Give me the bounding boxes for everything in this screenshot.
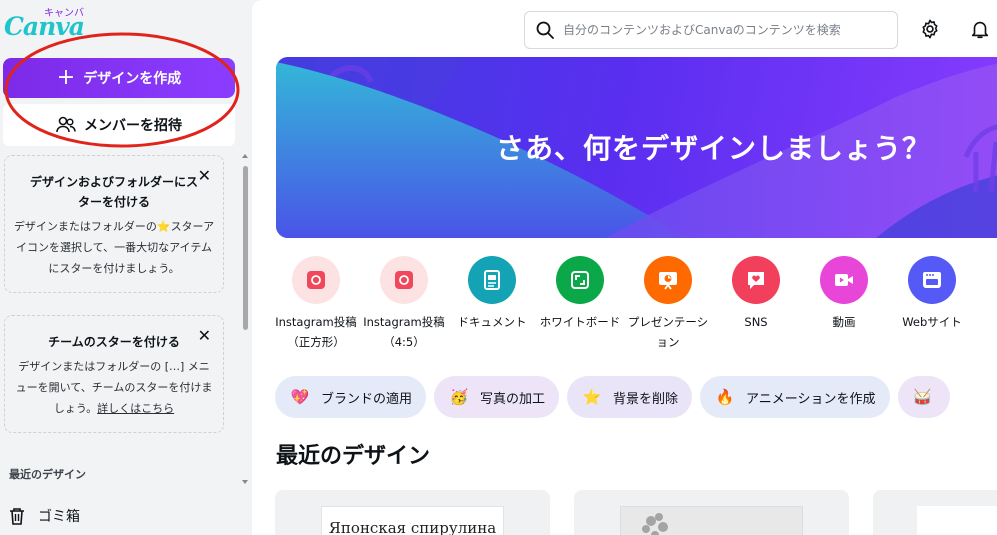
sidebar: Canva キャンバ + デザインを作成 メンバーを招待 ✕ デザインおよびフォ… [0, 0, 252, 535]
design-type-presentation[interactable]: プレゼンテーション [624, 256, 712, 352]
recent-design-card[interactable] [574, 490, 849, 535]
chip-photo-edit[interactable]: 🥳 写真の加工 [434, 376, 560, 418]
brand-kit-icon: 💖 [290, 388, 310, 406]
create-design-button[interactable]: + デザインを作成 [3, 58, 235, 98]
logo-subtext: キャンバ [44, 8, 84, 19]
notifications-button[interactable] [969, 18, 991, 44]
instagram-square-icon [292, 256, 340, 304]
chip-apply-brand[interactable]: 💖 ブランドの適用 [275, 376, 427, 418]
design-type-whiteboard[interactable]: ホワイトボード [536, 256, 624, 352]
chip-label: 背景を削除 [613, 391, 679, 407]
learn-more-link[interactable]: 詳しくはこちら [97, 402, 174, 415]
chip-label: ブランドの適用 [321, 391, 413, 407]
star-tip-title: デザインおよびフォルダーにスターを付ける [29, 175, 198, 209]
main-content: さあ、何をデザインしましょう？ Instagram投稿（正方形） Instagr… [252, 0, 997, 535]
chip-label: 写真の加工 [480, 391, 546, 407]
social-media-icon [732, 256, 780, 304]
trash-icon [10, 508, 24, 525]
gear-icon [922, 19, 938, 39]
design-type-label: 動画 [832, 315, 856, 329]
team-star-tip-card: ✕ チームのスターを付ける デザインまたはフォルダーの […] メニューを開いて… [4, 315, 224, 433]
design-type-label: プレゼンテーション [627, 315, 709, 349]
background-remover-icon: ⭐ [582, 388, 602, 406]
design-type-label: SNS [744, 315, 768, 329]
photo-edit-icon: 🥳 [449, 388, 469, 406]
banner-title: さあ、何をデザインしましょう？ [496, 132, 932, 165]
design-type-instagram-square[interactable]: Instagram投稿（正方形） [272, 256, 360, 352]
design-thumbnail: IO [917, 506, 997, 535]
more-tools-icon: 🥁 [913, 388, 932, 406]
design-type-website[interactable]: Webサイト [888, 256, 976, 352]
create-design-label: デザインを作成 [83, 71, 182, 87]
search-input[interactable] [563, 23, 893, 37]
invite-members-button[interactable]: メンバーを招待 [3, 104, 235, 146]
team-star-tip-title: チームのスターを付ける [48, 335, 180, 349]
design-thumbnail [620, 506, 803, 535]
hero-banner: さあ、何をデザインしましょう？ [276, 57, 997, 238]
design-type-label: Instagram投稿（4:5） [363, 315, 445, 349]
presentation-icon [644, 256, 692, 304]
trash-label: ゴミ箱 [38, 509, 80, 525]
settings-button[interactable] [919, 18, 941, 44]
people-icon [56, 116, 76, 133]
design-type-label: ホワイトボード [539, 315, 621, 329]
star-tip-body-start: デザインまたはフォルダーの [13, 220, 157, 233]
recent-designs-section-label: 最近のデザイン [9, 468, 86, 481]
design-type-video[interactable]: 動画 [800, 256, 888, 352]
design-type-label: Webサイト [902, 315, 962, 329]
chip-label: アニメーションを作成 [746, 391, 876, 407]
invite-members-label: メンバーを招待 [84, 118, 182, 134]
star-tip-card: ✕ デザインおよびフォルダーにスターを付ける デザインまたはフォルダーの⭐スター… [4, 155, 224, 293]
website-icon [908, 256, 956, 304]
whiteboard-icon [556, 256, 604, 304]
chip-remove-background[interactable]: ⭐ 背景を削除 [567, 376, 693, 418]
design-type-label: Instagram投稿（正方形） [275, 315, 357, 349]
sidebar-scrollbar[interactable] [240, 150, 250, 495]
quick-actions-row: 💖 ブランドの適用 🥳 写真の加工 ⭐ 背景を削除 🔥 アニメーションを作成 🥁 [275, 376, 950, 418]
design-type-instagram-portrait[interactable]: Instagram投稿（4:5） [360, 256, 448, 352]
design-type-sns[interactable]: SNS [712, 256, 800, 352]
trash-nav-item[interactable]: ゴミ箱 [8, 506, 80, 526]
close-icon[interactable]: ✕ [198, 326, 211, 345]
document-icon [468, 256, 516, 304]
star-icon: ⭐ [156, 220, 171, 233]
chip-create-animation[interactable]: 🔥 アニメーションを作成 [700, 376, 890, 418]
team-star-tip-body: デザインまたはフォルダーの […] メニューを開いて、チームのスターを付けましょ… [13, 356, 215, 419]
design-type-row: Instagram投稿（正方形） Instagram投稿（4:5） ドキュメント… [272, 256, 997, 352]
design-type-document[interactable]: ドキュメント [448, 256, 536, 352]
star-tip-body: デザインまたはフォルダーの⭐スターアイコンを選択して、一番大切なアイテムにスター… [13, 216, 215, 279]
design-thumbnail-title: Японская спирулина [321, 506, 504, 535]
bell-icon [971, 21, 989, 39]
instagram-portrait-icon [380, 256, 428, 304]
animation-icon: 🔥 [715, 388, 735, 406]
recent-design-card[interactable]: Японская спирулина [275, 490, 550, 535]
design-type-more[interactable]: カ [976, 256, 997, 352]
design-type-label: ドキュメント [457, 315, 527, 329]
canva-logo[interactable]: Canva キャンバ [4, 4, 94, 44]
recent-design-card[interactable]: IO [873, 490, 997, 535]
design-type-label: カ [976, 312, 997, 332]
recent-designs-heading: 最近のデザイン [276, 444, 431, 469]
plus-icon: + [56, 65, 76, 90]
scroll-up-arrow-icon[interactable] [242, 154, 248, 158]
scroll-thumb[interactable] [243, 166, 248, 330]
close-icon[interactable]: ✕ [198, 166, 211, 185]
search-bar[interactable] [524, 11, 898, 49]
chip-more-tools[interactable]: 🥁 [897, 376, 950, 418]
video-icon [820, 256, 868, 304]
scroll-down-arrow-icon[interactable] [242, 480, 248, 484]
search-icon [536, 21, 554, 39]
